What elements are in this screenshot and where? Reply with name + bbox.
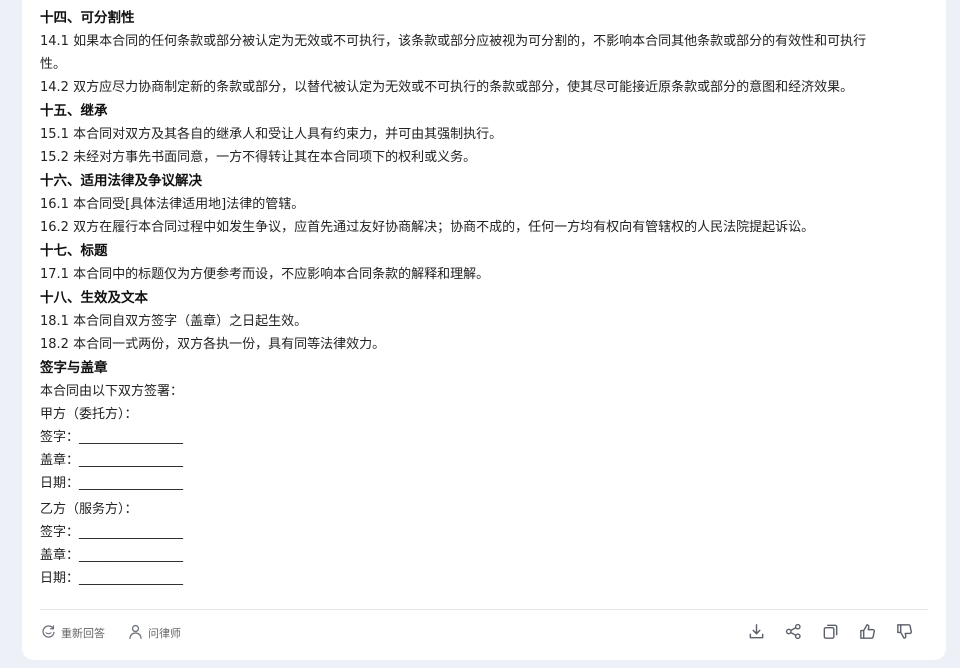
copy-button[interactable] bbox=[820, 623, 840, 643]
refresh-icon bbox=[40, 623, 57, 643]
section-heading: 十五、继承 bbox=[40, 103, 108, 119]
party-b-sign-line: 签字：________________ bbox=[40, 525, 184, 540]
clause-text: 14.2 双方应尽力协商制定新的条款或部分，以替代被认定为无效或不可执行的条款或… bbox=[40, 80, 854, 95]
regenerate-label: 重新回答 bbox=[61, 627, 105, 640]
clause-text: 18.2 本合同一式两份，双方各执一份，具有同等法律效力。 bbox=[40, 337, 386, 352]
clause-text: 15.2 未经对方事先书面同意，一方不得转让其在本合同项下的权利或义务。 bbox=[40, 150, 477, 165]
download-icon bbox=[747, 622, 766, 645]
party-b-seal-line: 盖章：________________ bbox=[40, 548, 184, 563]
share-button[interactable] bbox=[783, 623, 803, 643]
clause-text: 16.2 双方在履行本合同过程中如发生争议，应首先通过友好协商解决；协商不成的，… bbox=[40, 220, 815, 235]
clause-text: 15.1 本合同对双方及其各自的继承人和受让人具有约束力，并可由其强制执行。 bbox=[40, 127, 503, 142]
regenerate-button[interactable]: 重新回答 bbox=[40, 623, 105, 643]
thumbs-up-icon bbox=[858, 622, 877, 645]
download-button[interactable] bbox=[746, 623, 766, 643]
footer-divider bbox=[40, 609, 928, 610]
party-a-sign-line: 签字：________________ bbox=[40, 430, 184, 445]
party-b-title: 乙方（服务方）： bbox=[40, 502, 138, 517]
party-a-date-line: 日期：________________ bbox=[40, 476, 184, 491]
ask-lawyer-button[interactable]: 问律师 bbox=[127, 623, 181, 643]
clause-text: 17.1 本合同中的标题仅为方便参考而设，不应影响本合同条款的解释和理解。 bbox=[40, 267, 490, 282]
party-a-title: 甲方（委托方）： bbox=[40, 407, 138, 422]
clause-text: 16.1 本合同受[具体法律适用地]法律的管辖。 bbox=[40, 197, 305, 212]
user-icon bbox=[127, 623, 144, 643]
clause-text: 性。 bbox=[40, 57, 67, 72]
thumbs-down-icon bbox=[895, 622, 914, 645]
signature-heading: 签字与盖章 bbox=[40, 360, 108, 376]
like-button[interactable] bbox=[857, 623, 877, 643]
section-heading: 十八、生效及文本 bbox=[40, 290, 148, 306]
answer-footer: 重新回答 问律师 bbox=[40, 620, 928, 646]
copy-icon bbox=[821, 622, 840, 645]
party-a-seal-line: 盖章：________________ bbox=[40, 453, 184, 468]
section-heading: 十七、标题 bbox=[40, 243, 108, 259]
party-b-date-line: 日期：________________ bbox=[40, 571, 184, 586]
contract-content: 十四、可分割性 14.1 如果本合同的任何条款或部分被认定为无效或不可执行，该条… bbox=[40, 6, 940, 590]
clause-text: 14.1 如果本合同的任何条款或部分被认定为无效或不可执行，该条款或部分应被视为… bbox=[40, 34, 867, 49]
clause-text: 18.1 本合同自双方签字（盖章）之日起生效。 bbox=[40, 314, 308, 329]
ask-lawyer-label: 问律师 bbox=[148, 627, 181, 640]
section-heading: 十四、可分割性 bbox=[40, 10, 135, 26]
section-heading: 十六、适用法律及争议解决 bbox=[40, 173, 202, 189]
signature-intro: 本合同由以下双方签署： bbox=[40, 384, 184, 399]
footer-right-actions bbox=[746, 623, 928, 643]
share-icon bbox=[784, 622, 803, 645]
dislike-button[interactable] bbox=[894, 623, 914, 643]
footer-left-actions: 重新回答 问律师 bbox=[40, 623, 181, 643]
